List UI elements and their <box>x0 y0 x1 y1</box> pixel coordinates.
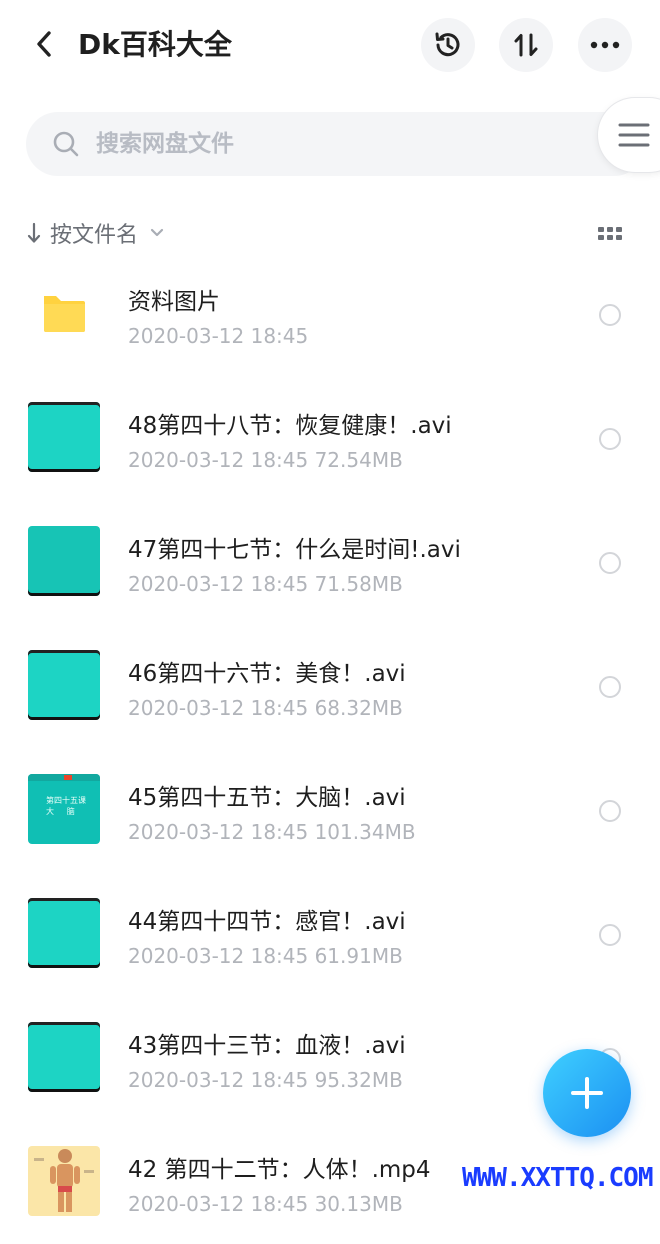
video-thumbnail <box>28 650 100 720</box>
video-thumbnail <box>28 402 100 472</box>
sort-order-button[interactable] <box>499 18 553 72</box>
file-name: 48第四十八节：恢复健康！.avi <box>128 413 452 439</box>
thumb-logo <box>64 775 72 780</box>
thumb-subtitle: 大 脑 <box>46 807 75 816</box>
file-name: 43第四十三节：血液！.avi <box>128 1033 406 1059</box>
list-item[interactable]: 48第四十八节：恢复健康！.avi 2020-03-12 18:45 72.54… <box>0 376 660 500</box>
file-name: 44第四十四节：感官！.avi <box>128 909 406 935</box>
chevron-left-icon <box>37 31 51 57</box>
select-radio[interactable] <box>599 304 621 326</box>
image-thumbnail <box>28 1146 100 1216</box>
video-thumbnail <box>28 1022 100 1092</box>
sort-arrows-icon <box>514 33 538 57</box>
file-meta: 2020-03-12 18:45 30.13MB <box>128 1192 403 1216</box>
arrow-down-icon <box>27 222 41 243</box>
watermark: WWW.XXTTQ.COM <box>462 1163 653 1193</box>
file-name: 46第四十六节：美食！.avi <box>128 661 406 687</box>
chevron-down-icon <box>150 228 164 237</box>
video-thumbnail <box>28 526 100 596</box>
folder-icon <box>28 278 100 348</box>
file-name: 42 第四十二节：人体！.mp4 <box>128 1157 431 1183</box>
file-meta: 2020-03-12 18:45 <box>128 324 309 348</box>
select-radio[interactable] <box>599 552 621 574</box>
select-radio[interactable] <box>599 800 621 822</box>
file-meta: 2020-03-12 18:45 71.58MB <box>128 572 403 596</box>
thumb-title: 第四十五课 <box>46 796 86 805</box>
file-meta: 2020-03-12 18:45 68.32MB <box>128 696 403 720</box>
select-radio[interactable] <box>599 676 621 698</box>
history-button[interactable] <box>421 18 475 72</box>
file-name: 47第四十七节：什么是时间!.avi <box>128 537 461 563</box>
human-body-figure <box>34 1149 94 1212</box>
search-icon <box>52 130 80 158</box>
file-meta: 2020-03-12 18:45 72.54MB <box>128 448 403 472</box>
add-button[interactable] <box>543 1049 631 1137</box>
more-dots-icon <box>590 41 620 49</box>
list-item[interactable]: 资料图片 2020-03-12 18:45 <box>0 252 660 376</box>
list-item[interactable]: 47第四十七节：什么是时间!.avi 2020-03-12 18:45 71.5… <box>0 500 660 624</box>
top-bar: Dk百科大全 <box>0 0 660 90</box>
sort-label: 按文件名 <box>50 223 139 248</box>
list-item[interactable]: 第四十五课 大 脑 45第四十五节：大脑！.avi 2020-03-12 18:… <box>0 748 660 872</box>
back-button[interactable] <box>26 24 62 64</box>
video-thumbnail <box>28 898 100 968</box>
file-meta: 2020-03-12 18:45 95.32MB <box>128 1068 403 1092</box>
search-bar[interactable] <box>26 112 646 176</box>
page-title: Dk百科大全 <box>78 28 232 61</box>
sort-selector[interactable]: 按文件名 <box>26 212 164 254</box>
search-input[interactable] <box>94 130 518 158</box>
video-thumbnail: 第四十五课 大 脑 <box>28 774 100 844</box>
file-name: 45第四十五节：大脑！.avi <box>128 785 406 811</box>
hamburger-menu-icon <box>618 123 650 147</box>
more-button[interactable] <box>578 18 632 72</box>
grid-view-button[interactable] <box>596 224 624 244</box>
file-meta: 2020-03-12 18:45 61.91MB <box>128 944 403 968</box>
file-meta: 2020-03-12 18:45 101.34MB <box>128 820 416 844</box>
history-icon <box>435 32 460 57</box>
list-item[interactable]: 46第四十六节：美食！.avi 2020-03-12 18:45 68.32MB <box>0 624 660 748</box>
select-radio[interactable] <box>599 428 621 450</box>
plus-icon <box>571 1077 603 1109</box>
grid-view-icon <box>598 227 622 240</box>
file-name: 资料图片 <box>128 289 220 315</box>
list-item[interactable]: 44第四十四节：感官！.avi 2020-03-12 18:45 61.91MB <box>0 872 660 996</box>
select-radio[interactable] <box>599 924 621 946</box>
